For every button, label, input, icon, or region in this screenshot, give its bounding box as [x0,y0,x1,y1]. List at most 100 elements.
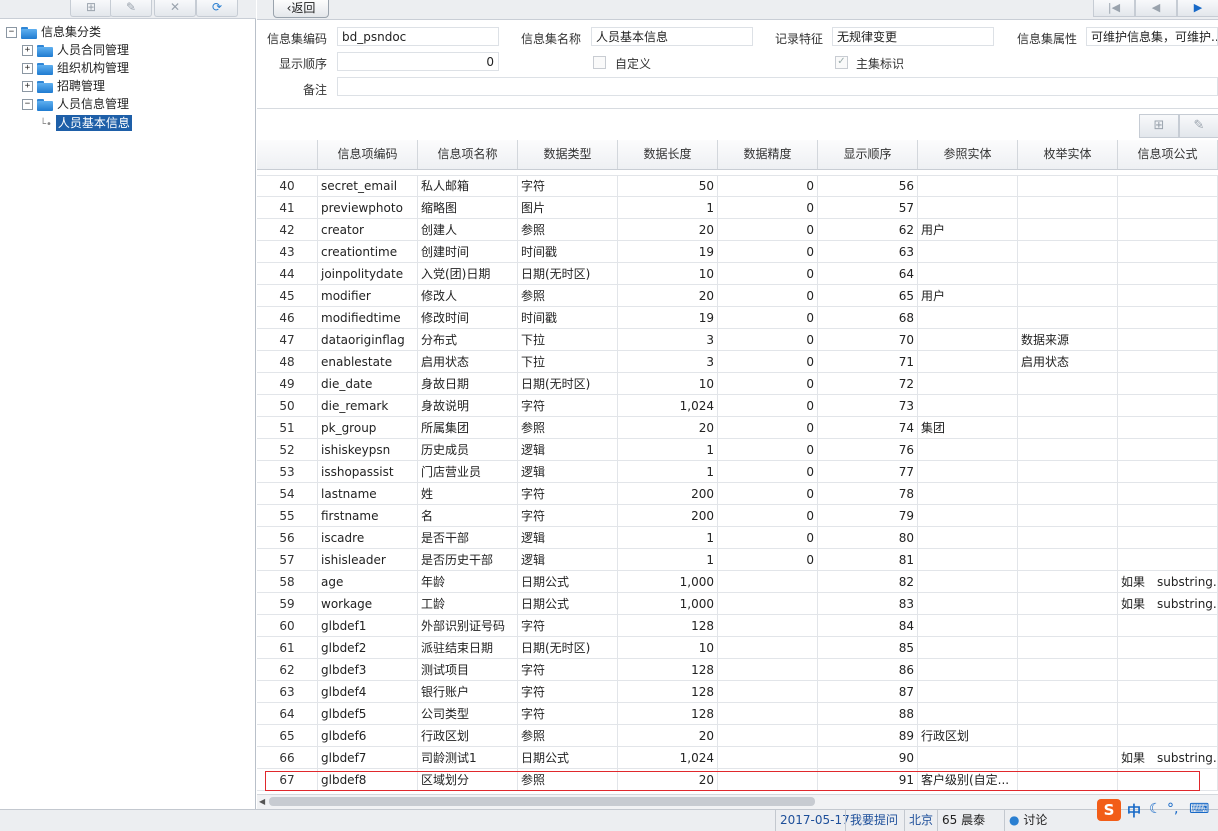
next-page-icon[interactable]: ▶ [1177,0,1218,17]
table-cell[interactable]: 门店营业员 [418,461,518,483]
table-cell[interactable] [1018,505,1118,527]
table-cell[interactable] [718,659,818,681]
table-cell[interactable] [1018,725,1118,747]
table-cell[interactable] [1018,703,1118,725]
table-cell[interactable] [1018,615,1118,637]
record-field[interactable]: 无规律变更 [832,27,994,46]
table-row[interactable]: 41 previewphoto 缩略图 图片 1 0 57 [257,197,1218,219]
table-cell[interactable] [1018,571,1118,593]
table-cell[interactable]: 79 [818,505,918,527]
delete-icon[interactable]: ✕ [154,0,196,17]
table-row[interactable]: 67 glbdef8 区域划分 参照 20 91 客户级别(自定... [257,769,1218,791]
table-cell[interactable]: age [318,571,418,593]
table-cell[interactable]: firstname [318,505,418,527]
table-cell[interactable]: 0 [718,483,818,505]
table-cell[interactable]: 字符 [518,615,618,637]
table-cell[interactable]: modifiedtime [318,307,418,329]
table-cell[interactable]: 1,000 [618,593,718,615]
table-cell[interactable]: 区域划分 [418,769,518,791]
table-cell[interactable]: 0 [718,373,818,395]
table-cell[interactable]: isshopassist [318,461,418,483]
table-cell[interactable]: 0 [718,395,818,417]
table-cell[interactable] [918,483,1018,505]
table-cell[interactable]: 年龄 [418,571,518,593]
table-cell[interactable]: workage [318,593,418,615]
table-cell[interactable] [1018,659,1118,681]
table-cell[interactable] [918,351,1018,373]
tree-item-contract[interactable]: + 人员合同管理 [22,42,129,59]
table-cell[interactable]: 0 [718,329,818,351]
table-cell[interactable] [1118,681,1218,703]
table-cell[interactable]: 0 [718,505,818,527]
table-cell[interactable]: 1 [618,527,718,549]
table-cell[interactable]: 10 [618,637,718,659]
table-row[interactable]: 42 creator 创建人 参照 20 0 62 用户 [257,219,1218,241]
table-row[interactable]: 40 secret_email 私人邮箱 字符 50 0 56 [257,175,1218,197]
column-header[interactable]: 数据长度 [618,140,718,169]
table-cell[interactable]: 日期(无时区) [518,637,618,659]
table-cell[interactable]: 身故说明 [418,395,518,417]
table-cell[interactable]: 工龄 [418,593,518,615]
tree-item-org[interactable]: + 组织机构管理 [22,60,129,77]
table-row[interactable]: 51 pk_group 所属集团 参照 20 0 74 集团 [257,417,1218,439]
tree-item-personnel[interactable]: − 人员信息管理 [22,96,129,113]
table-cell[interactable]: 80 [818,527,918,549]
table-cell[interactable]: 启用状态 [418,351,518,373]
table-row[interactable]: 52 ishiskeypsn 历史成员 逻辑 1 0 76 [257,439,1218,461]
table-cell[interactable] [1118,373,1218,395]
table-cell[interactable] [1018,395,1118,417]
table-cell[interactable]: 所属集团 [418,417,518,439]
table-cell[interactable]: 入党(团)日期 [418,263,518,285]
table-cell[interactable]: 83 [818,593,918,615]
table-cell[interactable]: 87 [818,681,918,703]
horizontal-scrollbar[interactable]: ◀ [257,794,1218,809]
table-cell[interactable]: 0 [718,197,818,219]
table-cell[interactable]: 启用状态 [1018,351,1118,373]
punctuation-icon[interactable]: °, [1167,801,1178,817]
table-cell[interactable] [1018,593,1118,615]
code-field[interactable]: bd_psndoc [337,27,499,46]
table-cell[interactable]: 是否干部 [418,527,518,549]
table-row[interactable]: 47 dataoriginflag 分布式 下拉 3 0 70 数据来源 [257,329,1218,351]
table-cell[interactable]: glbdef3 [318,659,418,681]
table-cell[interactable]: 字符 [518,483,618,505]
table-cell[interactable]: 如果 substring... [1118,593,1218,615]
table-row[interactable]: 59 workage 工龄 日期公式 1,000 83 如果 substring... [257,593,1218,615]
table-cell[interactable]: 200 [618,483,718,505]
order-field[interactable]: 0 [337,52,499,71]
attr-field[interactable]: 可维护信息集，可维护... [1086,27,1218,46]
table-row[interactable]: 60 glbdef1 外部识别证号码 字符 128 84 [257,615,1218,637]
table-cell[interactable]: 日期公式 [518,571,618,593]
add-icon[interactable]: ⊞ [70,0,112,17]
table-cell[interactable] [1118,351,1218,373]
table-cell[interactable]: 字符 [518,395,618,417]
table-cell[interactable]: 0 [718,351,818,373]
table-cell[interactable]: 56 [818,175,918,197]
moon-icon[interactable]: ☾ [1149,801,1162,817]
table-cell[interactable] [718,703,818,725]
table-row[interactable]: 54 lastname 姓字符 200 0 78 [257,483,1218,505]
table-cell[interactable]: 1 [618,461,718,483]
column-header[interactable]: 枚举实体 [1018,140,1118,169]
table-cell[interactable] [918,329,1018,351]
table-cell[interactable] [1118,263,1218,285]
table-cell[interactable]: 测试项目 [418,659,518,681]
scroll-thumb[interactable] [269,797,815,806]
table-cell[interactable]: 图片 [518,197,618,219]
table-cell[interactable]: glbdef1 [318,615,418,637]
table-cell[interactable] [918,241,1018,263]
table-cell[interactable]: 3 [618,329,718,351]
table-cell[interactable] [1018,769,1118,791]
table-cell[interactable] [1118,197,1218,219]
table-cell[interactable]: 日期公式 [518,593,618,615]
column-header[interactable]: 显示顺序 [818,140,918,169]
table-cell[interactable] [918,373,1018,395]
table-cell[interactable]: 修改人 [418,285,518,307]
table-cell[interactable]: dataoriginflag [318,329,418,351]
table-row[interactable]: 48 enablestate 启用状态 下拉 3 0 71 启用状态 [257,351,1218,373]
table-row[interactable]: 58 age 年龄 日期公式 1,000 82 如果 substring... [257,571,1218,593]
column-header[interactable]: 数据精度 [718,140,818,169]
table-row[interactable]: 53 isshopassist 门店营业员 逻辑 1 0 77 [257,461,1218,483]
table-cell[interactable]: 修改时间 [418,307,518,329]
table-cell[interactable]: glbdef2 [318,637,418,659]
